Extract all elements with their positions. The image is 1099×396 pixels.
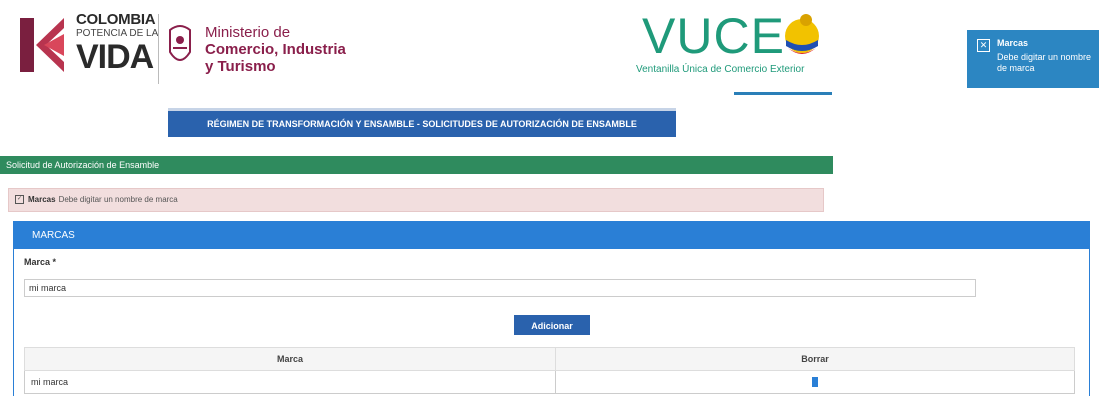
column-header-marca: Marca xyxy=(24,347,556,371)
ministerio-line1: Ministerio de xyxy=(205,24,291,41)
section-title: Solicitud de Autorización de Ensamble xyxy=(0,156,833,174)
colombia-line3: VIDA xyxy=(76,38,154,76)
add-button[interactable]: Adicionar xyxy=(514,315,590,335)
vuce-subtitle: Ventanilla Única de Comercio Exterior xyxy=(636,64,805,75)
colombia-potencia-logo: COLOMBIA POTENCIA DE LA VIDA xyxy=(20,12,160,84)
trash-icon[interactable] xyxy=(811,377,818,388)
marcas-table: Marca Borrar mi marca xyxy=(24,347,1075,394)
alert-title: Marcas xyxy=(28,195,56,204)
vuce-title: VUCE xyxy=(642,8,785,64)
column-header-borrar: Borrar xyxy=(555,347,1075,371)
table-cell-borrar xyxy=(555,370,1075,394)
table-cell-marca: mi marca xyxy=(24,370,556,394)
toast-title: Marcas xyxy=(997,38,1029,48)
vuce-flag-globe-icon xyxy=(785,14,819,54)
ministerio-line2: Comercio, Industria xyxy=(205,41,346,58)
error-checkbox-icon: ✓ xyxy=(15,195,24,205)
marcas-panel: MARCAS Marca * Adicionar Marca Borrar mi… xyxy=(13,221,1090,396)
header-divider xyxy=(158,14,159,84)
error-alert: ✓ Marcas Debe digitar un nombre de marca xyxy=(8,188,824,212)
colombia-logo-mark-icon xyxy=(20,18,64,72)
page-banner: RÉGIMEN DE TRANSFORMACIÓN Y ENSAMBLE - S… xyxy=(168,108,676,137)
close-icon[interactable]: ✕ xyxy=(977,39,990,52)
panel-title: MARCAS xyxy=(14,222,1089,249)
colombia-line1: COLOMBIA xyxy=(76,11,156,28)
toast-message: Debe digitar un nombre de marca xyxy=(997,52,1092,73)
ministerio-line3: y Turismo xyxy=(205,58,276,75)
vuce-underline xyxy=(734,92,832,95)
error-toast[interactable]: ✕ Marcas Debe digitar un nombre de marca xyxy=(967,30,1099,88)
marca-field-label: Marca * xyxy=(24,257,57,267)
alert-message: Debe digitar un nombre de marca xyxy=(58,195,178,204)
table-row: mi marca xyxy=(24,370,1075,394)
coat-of-arms-icon xyxy=(169,25,191,61)
marca-input[interactable] xyxy=(24,279,976,297)
vuce-logo: VUCE Ventanilla Única de Comercio Exteri… xyxy=(636,8,836,95)
